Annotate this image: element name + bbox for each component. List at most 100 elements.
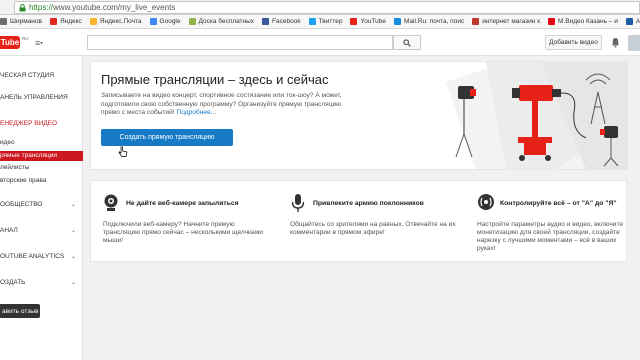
sidebar-item-label: АНЕЛЬ УПРАВЛЕНИЯ (0, 94, 68, 101)
hand-cursor-icon (118, 146, 128, 157)
bookmark-item[interactable]: Ширманов (0, 18, 42, 25)
bookmark-item[interactable]: Mail.Ru: почта, поис (394, 18, 464, 25)
yandex-icon (49, 18, 57, 25)
bookmark-item[interactable]: Facebook (262, 18, 301, 25)
mvideo-icon (548, 18, 556, 25)
bookmark-item[interactable]: Яндекс (49, 18, 82, 25)
bookmark-label: Facebook (272, 18, 301, 25)
bookmark-item[interactable]: интернет магазин к (472, 18, 540, 25)
sidebar-item-label: рямые трансляции (0, 152, 57, 159)
avatar[interactable] (628, 35, 640, 51)
sidebar-item-label: идео (0, 139, 15, 146)
broadcast-illustration (446, 62, 628, 169)
sidebar-item-copyright[interactable]: вторские права (0, 177, 83, 187)
lock-icon (19, 3, 29, 12)
sidebar-item-video-manager[interactable]: ЕНЕДЖЕР ВИДЕО (0, 120, 83, 130)
shop-icon (472, 18, 480, 25)
sidebar-item-analytics[interactable]: OUTUBE ANALYTICS ⌄ (0, 253, 83, 263)
search-button[interactable] (393, 35, 421, 50)
bookmark-label: Яндекс.Почта (99, 18, 142, 25)
page-title: Прямые трансляции – здесь и сейчас (101, 72, 329, 87)
sidebar-item-label: OUTUBE ANALYTICS (0, 253, 65, 260)
create-live-stream-button[interactable]: Создать прямую трансляцию (101, 129, 233, 146)
feature-webcam: Не дайте веб-камере запылиться Подключил… (103, 181, 273, 263)
board-icon (188, 18, 196, 25)
sidebar-item-channel[interactable]: АНАЛ ⌄ (0, 227, 83, 237)
intro-text: Записываете на видео концерт, спортивное… (101, 92, 342, 116)
sidebar-item-community[interactable]: ООБЩЕСТВО ⌄ (0, 201, 83, 211)
mail-icon (89, 18, 97, 25)
feature-title: Контролируйте всё – от "А" до "Я" (500, 200, 617, 207)
features-card: Не дайте веб-камере запылиться Подключил… (90, 180, 627, 262)
browser-address-bar: https://www.youtube.com/my_live_events (0, 0, 640, 15)
bookmark-item[interactable]: Яндекс.Почта (89, 18, 142, 25)
bookmark-item[interactable]: М.Видео Казань – и (548, 18, 618, 25)
bookmark-label: Google (159, 18, 181, 25)
sidebar-item-dashboard[interactable]: АНЕЛЬ УПРАВЛЕНИЯ (0, 94, 83, 104)
youtube-header: Tube RU ≡▾ Добавить видео (0, 29, 640, 56)
sidebar-item-label: вторские права (0, 177, 47, 184)
url-field[interactable]: https://www.youtube.com/my_live_events (14, 1, 640, 14)
feature-text: Общайтесь со зрителями на равных. Отвеча… (290, 221, 456, 236)
asus-icon (625, 18, 633, 25)
bookmark-label: Ширманов (10, 18, 42, 25)
feature-text: Настройте параметры аудио и видео, включ… (477, 221, 624, 252)
chevron-down-icon: ⌄ (70, 228, 76, 234)
notifications-bell-icon[interactable] (611, 37, 620, 50)
bookmark-label: Mail.Ru: почта, поис (404, 18, 465, 25)
feature-audience: Привлеките армию поклонников Общайтесь с… (290, 181, 460, 263)
bookmark-item[interactable]: Google (149, 18, 181, 25)
bookmark-label: ASUS (635, 18, 640, 25)
sidebar-item-label: АНАЛ (0, 227, 18, 234)
sidebar-item-label: ЕНЕДЖЕР ВИДЕО (0, 120, 58, 127)
bookmark-label: Твиттер (318, 18, 343, 25)
mailru-icon (394, 18, 402, 25)
feature-title: Привлеките армию поклонников (313, 200, 424, 207)
bookmark-label: YouTube (360, 18, 387, 25)
learn-more-link[interactable]: Подробнее... (176, 109, 216, 116)
search-input[interactable] (87, 35, 393, 50)
sidebar-item-studio[interactable]: ЧЕСКАЯ СТУДИЯ (0, 72, 83, 82)
bookmark-label: Доска бесплатных (198, 18, 255, 25)
feature-control: Контролируйте всё – от "А" до "Я" Настро… (477, 181, 627, 263)
send-feedback-button[interactable]: авить отзыв (0, 304, 40, 318)
bookmarks-bar: Ширманов Яндекс Яндекс.Почта Google Доска бе… (0, 15, 640, 29)
feature-text: Подключили веб-камеру? Начните прямую тр… (103, 221, 263, 244)
sidebar-item-videos[interactable]: идео (0, 139, 83, 149)
bookmark-item[interactable]: YouTube (350, 18, 386, 25)
youtube-logo[interactable]: Tube (0, 36, 20, 49)
sidebar-item-label: лейлисты (0, 164, 30, 171)
upload-video-button[interactable]: Добавить видео (545, 35, 602, 50)
search-icon (403, 38, 411, 47)
bookmark-item[interactable]: Твиттер (308, 18, 343, 25)
logo-region: RU (22, 36, 29, 41)
sidebar-item-create[interactable]: ОЗДАТЬ ⌄ (0, 279, 83, 289)
guide-menu-icon[interactable]: ≡▾ (35, 38, 43, 48)
webcam-icon (104, 194, 118, 211)
sidebar-item-playlists[interactable]: лейлисты (0, 164, 83, 174)
chevron-down-icon: ⌄ (70, 202, 76, 208)
bookmark-label: М.Видео Казань – и (558, 18, 618, 25)
bookmark-label: Яндекс (59, 18, 82, 25)
studio-sidebar: ЧЕСКАЯ СТУДИЯ АНЕЛЬ УПРАВЛЕНИЯ ЕНЕДЖЕР В… (0, 56, 83, 360)
bookmark-item[interactable]: ASUS (625, 18, 640, 25)
sidebar-item-label: ЧЕСКАЯ СТУДИЯ (0, 72, 55, 79)
intro-description: Записываете на видео концерт, спортивное… (101, 92, 359, 118)
bookmark-icon (0, 18, 7, 25)
twitter-icon (308, 18, 316, 25)
broadcast-control-icon (478, 194, 494, 210)
facebook-icon (262, 18, 270, 25)
sidebar-item-label: ОЗДАТЬ (0, 279, 26, 286)
live-intro-card: Прямые трансляции – здесь и сейчас Запис… (90, 61, 628, 170)
url-path: www.youtube.com/my_live_events (53, 3, 176, 12)
microphone-icon (291, 194, 305, 212)
youtube-icon (350, 18, 358, 25)
chevron-down-icon: ⌄ (70, 254, 76, 260)
bookmark-item[interactable]: Доска бесплатных (188, 18, 255, 25)
url-protocol: https:// (29, 3, 54, 12)
bookmark-label: интернет магазин к (482, 18, 541, 25)
google-icon (149, 18, 157, 25)
sidebar-item-label: ООБЩЕСТВО (0, 201, 43, 208)
sidebar-item-live-streams[interactable]: рямые трансляции (0, 151, 83, 161)
chevron-down-icon: ⌄ (70, 280, 76, 286)
